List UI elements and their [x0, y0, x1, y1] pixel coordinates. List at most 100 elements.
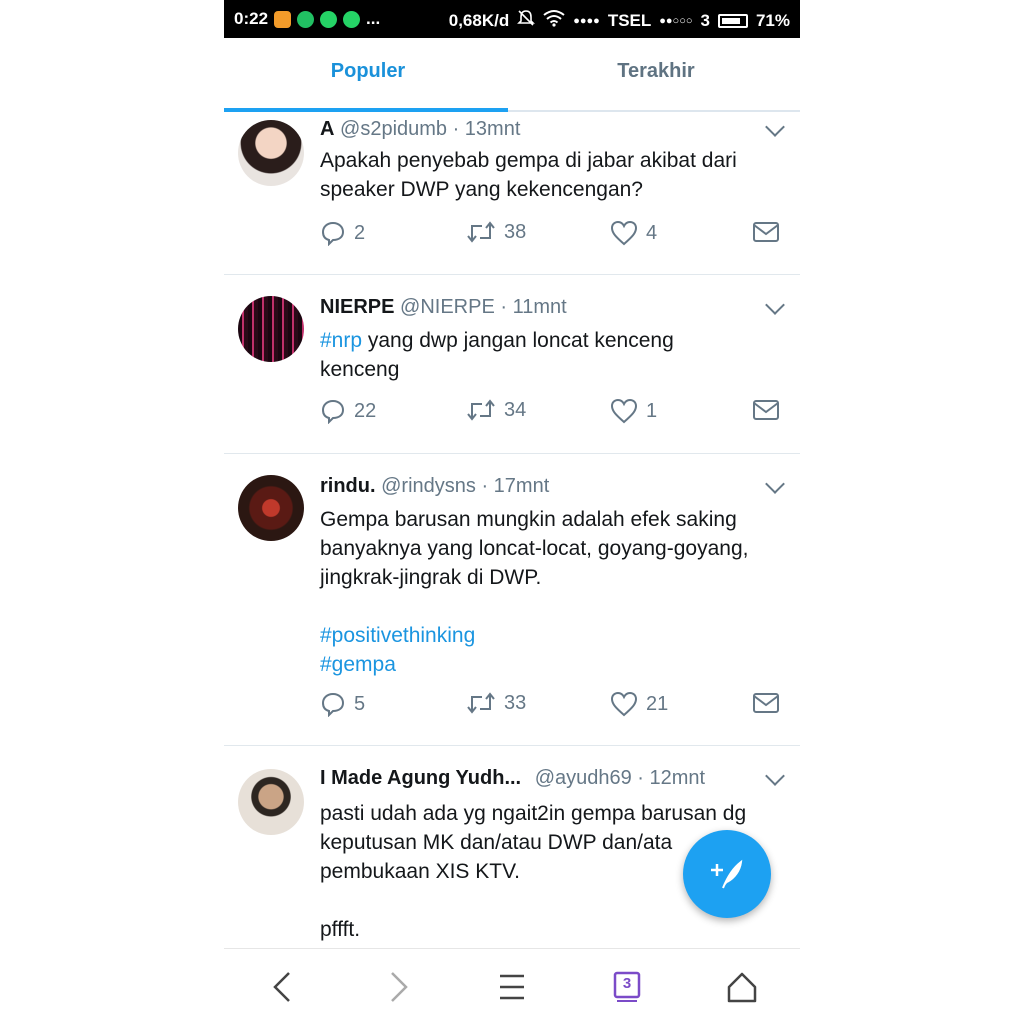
reply-icon: [321, 221, 345, 246]
tweet-text-line: pasti udah ada yg ngait2in gempa barusan…: [320, 802, 747, 825]
reply-count: 2: [354, 221, 366, 244]
tweet-actions: 22 34 1: [320, 398, 784, 428]
retweet-button[interactable]: 38: [466, 220, 526, 244]
retweet-button[interactable]: 34: [466, 398, 526, 422]
browser-bottom-nav: 3: [224, 948, 800, 1024]
dm-button[interactable]: [752, 220, 780, 244]
tabs-icon: 3: [613, 971, 641, 1003]
back-button[interactable]: [262, 967, 302, 1007]
tweet-actions: 5 33 21: [320, 691, 784, 721]
home-button[interactable]: [722, 967, 762, 1007]
tweet-author-name[interactable]: rindu.: [320, 475, 376, 497]
retweet-icon: [467, 221, 495, 243]
forward-icon: [391, 972, 408, 1002]
menu-icon: [500, 974, 524, 1000]
tweet-text-line: Apakah penyebab gempa di jabar akibat da…: [320, 149, 737, 172]
like-button[interactable]: 1: [610, 398, 657, 424]
reply-button[interactable]: 5: [320, 691, 365, 717]
mute-icon: [517, 9, 536, 32]
tweet-card[interactable]: rindu. @rindysns · 17mnt Gempa barusan m…: [224, 453, 800, 746]
tweet-card[interactable]: NIERPE @NIERPE · 11mnt #nrp yang dwp jan…: [224, 274, 800, 454]
tweet-text: Apakah penyebab gempa di jabar akibat da…: [320, 146, 776, 204]
signal-icon-1: ●●●●: [573, 14, 600, 27]
tweet-text-fragment: yang dwp jangan loncat kenceng: [362, 329, 674, 352]
retweet-icon: [467, 399, 495, 421]
compose-tweet-button[interactable]: [683, 830, 771, 918]
tabs-button[interactable]: 3: [607, 967, 647, 1007]
tweet-handle-time: @s2pidumb · 13mnt: [340, 118, 521, 140]
tweet-text-line: #nrp yang dwp jangan loncat kenceng: [320, 326, 776, 355]
dm-button[interactable]: [752, 398, 780, 422]
open-tabs-count: 3: [622, 975, 632, 992]
like-count: 4: [646, 221, 658, 244]
reply-button[interactable]: 22: [320, 398, 376, 424]
hashtag-link[interactable]: #nrp: [320, 329, 362, 352]
tweet-handle-time: @ayudh69 · 12mnt: [534, 767, 706, 789]
tab-terakhir[interactable]: Terakhir: [512, 38, 800, 110]
tab-bar: Populer Terakhir: [224, 38, 800, 112]
app-notification-icon: [274, 10, 292, 28]
tweet-actions: 2 38 4: [320, 220, 784, 250]
like-button[interactable]: 4: [610, 220, 657, 246]
tweet-text-line: speaker DWP yang kekencengan?: [320, 178, 643, 201]
reply-count: 22: [354, 399, 377, 422]
carrier-1: TSEL: [607, 10, 652, 30]
status-time: 0:22: [234, 9, 269, 28]
battery-level: 71%: [755, 10, 790, 30]
menu-button[interactable]: [492, 967, 532, 1007]
avatar[interactable]: [238, 296, 304, 362]
tweet-text: Gempa barusan mungkin adalah efek saking…: [320, 505, 776, 679]
retweet-icon: [467, 692, 495, 714]
tweet-text-line: kenceng: [320, 358, 400, 381]
reply-count: 5: [354, 692, 366, 715]
retweet-button[interactable]: 33: [466, 691, 526, 715]
compose-icon: [711, 859, 743, 889]
tweet-text-line: Gempa barusan mungkin adalah efek saking: [320, 508, 737, 531]
network-speed: 0,68K/d: [448, 10, 510, 30]
like-icon: [610, 691, 638, 717]
hashtag-link[interactable]: #positivethinking: [320, 621, 776, 650]
tweet-handle-time: @NIERPE · 11mnt: [400, 296, 567, 318]
avatar[interactable]: [238, 475, 304, 541]
back-icon: [273, 972, 290, 1002]
tweet-text-line: jingkrak-jingrak di DWP.: [320, 566, 542, 589]
tweet-text-line: banyaknya yang loncat-locat, goyang-goya…: [320, 537, 749, 560]
dm-icon: [753, 693, 779, 713]
like-button[interactable]: 21: [610, 691, 668, 717]
like-icon: [610, 220, 638, 246]
reply-button[interactable]: 2: [320, 220, 365, 246]
home-icon: [727, 972, 757, 1003]
avatar[interactable]: [238, 769, 304, 835]
signal-icon-2: ●●○○○: [659, 14, 693, 27]
tweet-text: #nrp yang dwp jangan loncat kenceng kenc…: [320, 326, 776, 384]
retweet-count: 34: [504, 398, 527, 421]
dm-icon: [753, 400, 779, 420]
forward-button[interactable]: [379, 967, 419, 1007]
avatar[interactable]: [238, 120, 304, 186]
battery-icon: [717, 13, 748, 28]
whatsapp-notification-icon-2: [343, 10, 361, 28]
like-count: 1: [646, 399, 658, 422]
carrier-2: 3: [700, 10, 710, 30]
line-notification-icon: [297, 10, 315, 28]
tweet-text-line: pffft.: [320, 918, 361, 941]
reply-icon: [321, 692, 345, 717]
like-count: 21: [646, 692, 669, 715]
tab-populer[interactable]: Populer: [224, 38, 512, 110]
whatsapp-notification-icon: [320, 10, 338, 28]
phone-screen: 0:22 ... 0,68K/d ●●●● TSEL ●●○○○ 3 71% P…: [224, 0, 800, 1024]
tweet-handle-time: @rindysns · 17mnt: [381, 475, 550, 497]
dm-button[interactable]: [752, 691, 780, 715]
hashtag-link[interactable]: #gempa: [320, 650, 776, 679]
more-notifications: ...: [366, 9, 381, 28]
tweet-card[interactable]: A @s2pidumb · 13mnt Apakah penyebab gemp…: [224, 110, 800, 275]
dm-icon: [753, 222, 779, 242]
retweet-count: 33: [504, 691, 527, 714]
status-bar: 0:22 ... 0,68K/d ●●●● TSEL ●●○○○ 3 71%: [224, 0, 800, 38]
tweet-author-name[interactable]: A: [320, 118, 334, 140]
tweet-author-name[interactable]: I Made Agung Yudh...: [320, 767, 521, 789]
retweet-count: 38: [504, 220, 527, 243]
like-icon: [610, 398, 638, 424]
tweet-author-name[interactable]: NIERPE: [320, 296, 394, 318]
reply-icon: [321, 399, 345, 424]
